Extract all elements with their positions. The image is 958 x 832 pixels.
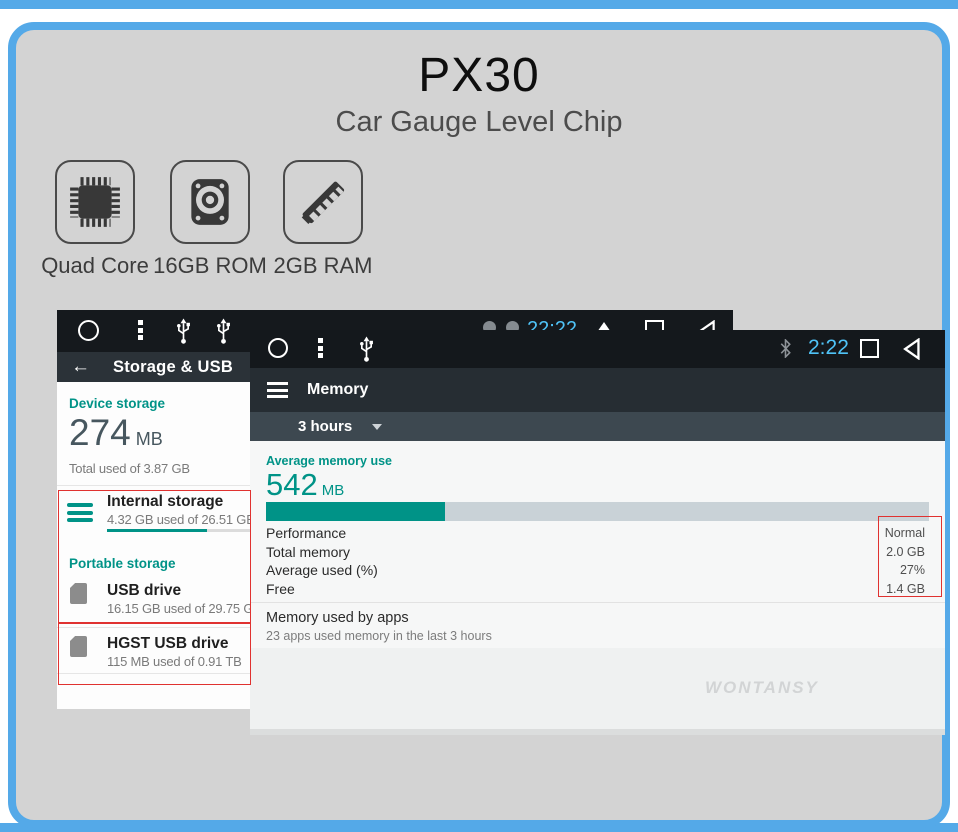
recents-button[interactable] bbox=[860, 339, 879, 358]
clock: 2:22 bbox=[808, 336, 849, 360]
page: PX30 Car Gauge Level Chip Quad Core bbox=[0, 0, 958, 832]
lower-zone bbox=[250, 648, 945, 729]
bluetooth-icon bbox=[778, 339, 793, 358]
usb-icon bbox=[358, 336, 375, 363]
highlight-box-storage-divider bbox=[58, 622, 251, 624]
product-title: PX30 bbox=[0, 48, 958, 103]
product-subtitle: Car Gauge Level Chip bbox=[0, 106, 958, 139]
feature-label: 2GB RAM bbox=[265, 253, 381, 279]
memory-apps-title[interactable]: Memory used by apps bbox=[266, 610, 409, 626]
divider bbox=[250, 602, 945, 603]
overflow-menu-icon[interactable] bbox=[138, 320, 143, 340]
memory-progressbar bbox=[266, 502, 929, 521]
feature-rom: 16GB ROM bbox=[152, 160, 268, 279]
memory-stats: Performance Normal Total memory 2.0 GB A… bbox=[266, 524, 925, 598]
feature-quad-core: Quad Core bbox=[37, 160, 153, 279]
average-memory-value: 542MB bbox=[266, 467, 344, 503]
device-storage-section-label: Device storage bbox=[69, 396, 165, 411]
back-triangle-icon[interactable] bbox=[902, 338, 921, 360]
feature-ram: 2GB RAM bbox=[265, 160, 381, 279]
average-memory-section-label: Average memory use bbox=[266, 454, 392, 468]
highlight-box-storage bbox=[58, 490, 251, 685]
circle-icon bbox=[268, 338, 288, 358]
stat-row-average-used: Average used (%) 27% bbox=[266, 561, 925, 580]
stat-row-free: Free 1.4 GB bbox=[266, 580, 925, 599]
menu-icon[interactable] bbox=[267, 382, 288, 398]
bottom-zone bbox=[250, 729, 945, 735]
ram-icon bbox=[283, 160, 363, 244]
feature-label: 16GB ROM bbox=[152, 253, 268, 279]
screen-title: Storage & USB bbox=[113, 358, 233, 377]
stat-row-total-memory: Total memory 2.0 GB bbox=[266, 543, 925, 562]
usb-icon bbox=[175, 318, 192, 345]
status-bar: 2:22 bbox=[250, 330, 945, 368]
feature-label: Quad Core bbox=[37, 253, 153, 279]
usb-icon bbox=[215, 318, 232, 345]
time-range-value[interactable]: 3 hours bbox=[298, 418, 352, 435]
memory-screen: 2:22 Memory 3 hours Average memory use 5… bbox=[250, 330, 945, 735]
cpu-icon bbox=[55, 160, 135, 244]
stat-row-performance: Performance Normal bbox=[266, 524, 925, 543]
time-range-bar[interactable]: 3 hours bbox=[250, 412, 945, 441]
overflow-menu-icon[interactable] bbox=[318, 338, 323, 358]
device-storage-caption: Total used of 3.87 GB bbox=[69, 461, 190, 476]
chevron-down-icon[interactable] bbox=[372, 424, 382, 430]
hdd-icon bbox=[170, 160, 250, 244]
memory-header-bar: Memory bbox=[250, 368, 945, 412]
screen-title: Memory bbox=[307, 381, 368, 399]
back-arrow-icon[interactable]: ← bbox=[71, 356, 90, 378]
divider bbox=[57, 485, 250, 486]
watermark: WONTANSY bbox=[705, 678, 819, 698]
device-storage-value: 274MB bbox=[69, 412, 163, 454]
top-blue-strip bbox=[0, 0, 958, 9]
memory-apps-caption: 23 apps used memory in the last 3 hours bbox=[266, 629, 492, 643]
circle-icon bbox=[78, 320, 99, 341]
highlight-box-memory-values bbox=[878, 516, 942, 597]
